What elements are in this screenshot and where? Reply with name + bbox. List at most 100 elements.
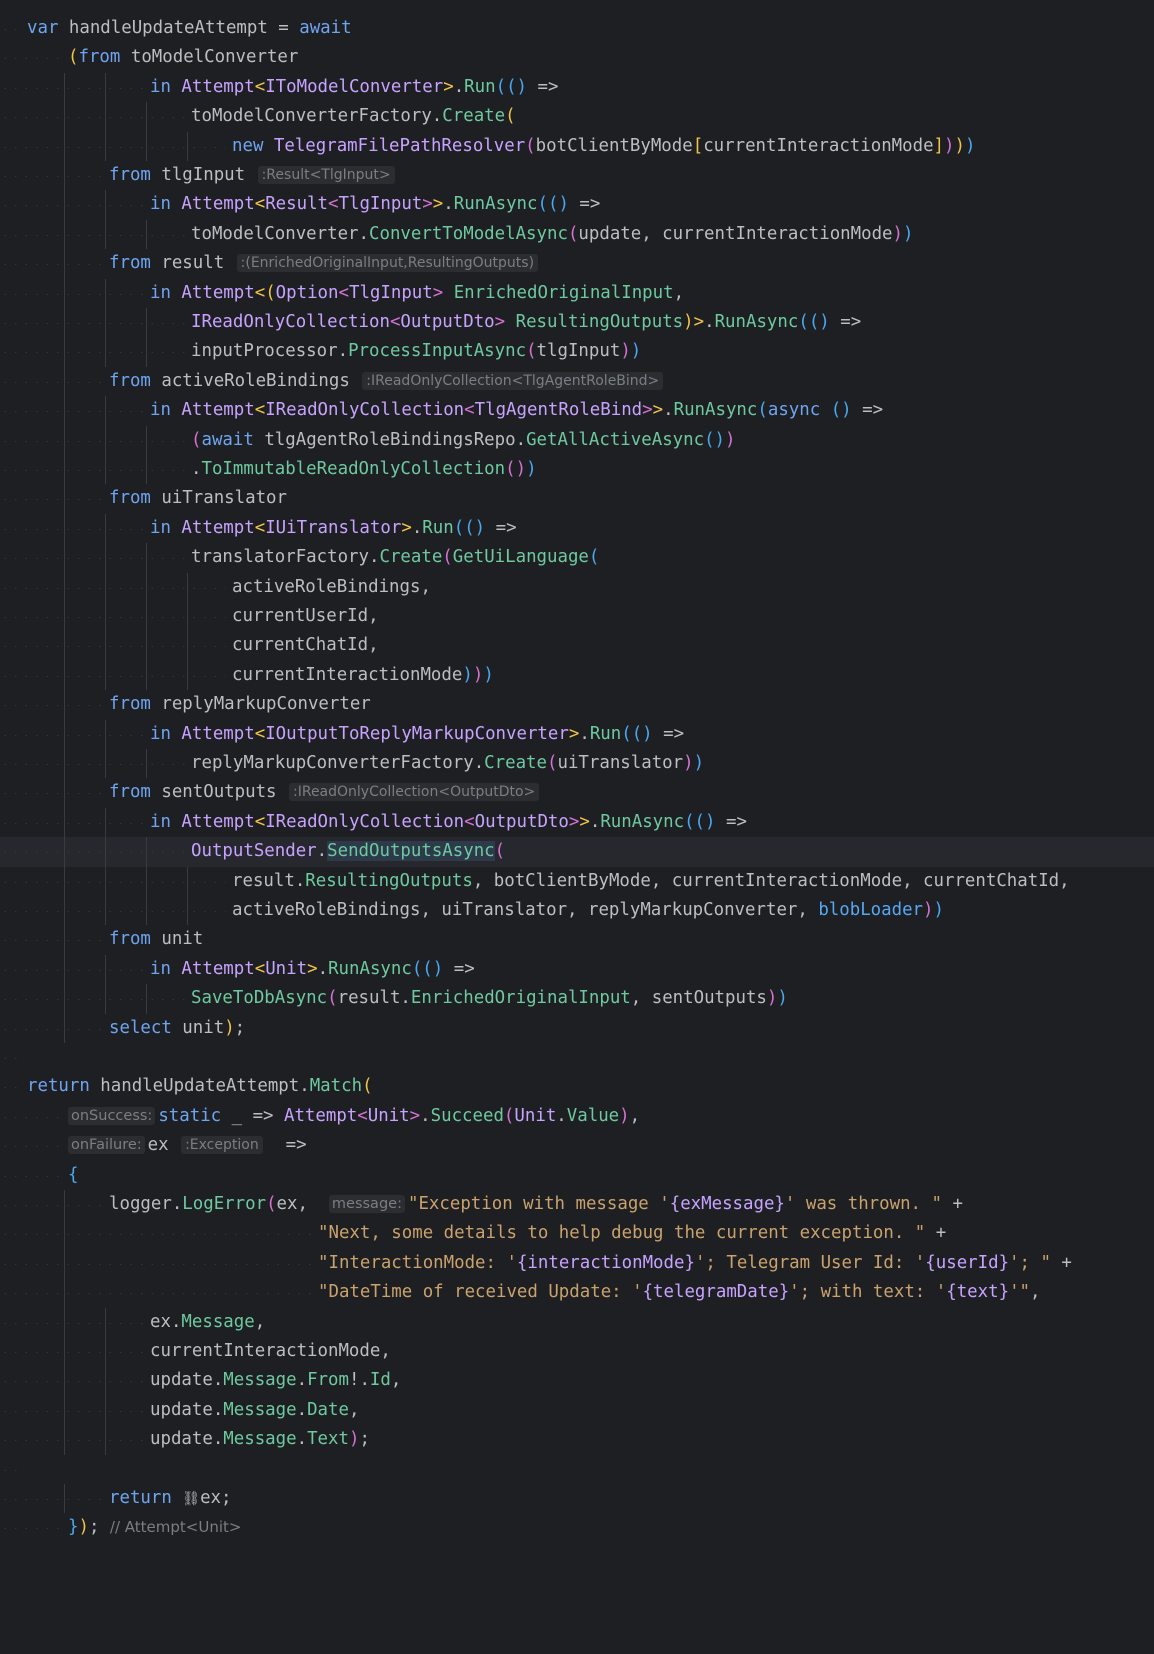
code-token: from	[109, 488, 162, 509]
code-token: '; with text: '	[789, 1282, 947, 1303]
code-token: <	[338, 282, 349, 303]
code-token: await	[201, 429, 265, 450]
code-line[interactable]	[0, 1043, 1154, 1072]
code-line[interactable]: .ToImmutableReadOnlyCollection())	[0, 455, 1154, 485]
code-line[interactable]: currentChatId,	[0, 631, 1154, 661]
code-text: in Attempt<IOutputToReplyMarkupConverter…	[150, 720, 684, 749]
code-line[interactable]: in Attempt<Result<TlgInput>>.RunAsync(()…	[0, 190, 1154, 220]
parameter-hint: onSuccess:	[68, 1106, 156, 1125]
code-line[interactable]: from activeRoleBindings :IReadOnlyCollec…	[0, 366, 1154, 397]
code-token: Value	[566, 1105, 620, 1126]
code-token: (	[327, 988, 338, 1009]
code-token: update.	[150, 1429, 224, 1450]
code-line[interactable]: return ⛓ex;	[0, 1484, 1154, 1514]
code-line[interactable]: result.ResultingOutputs, botClientByMode…	[0, 866, 1154, 896]
code-line[interactable]: SaveToDbAsync(result.EnrichedOriginalInp…	[0, 984, 1154, 1014]
code-line[interactable]: OutputSender.SendOutputsAsync(	[0, 837, 1154, 867]
code-line[interactable]: currentInteractionMode)))	[0, 660, 1154, 691]
code-line[interactable]: from tlgInput :Result<TlgInput>	[0, 161, 1154, 191]
code-line[interactable]: var handleUpdateAttempt = await	[0, 14, 1154, 43]
code-token: <	[254, 723, 266, 744]
code-line[interactable]: }); // Attempt<Unit>	[0, 1513, 1154, 1542]
code-token: .	[579, 723, 590, 744]
code-token: .	[704, 312, 715, 332]
code-editor[interactable]: var handleUpdateAttempt = await (from toM…	[0, 0, 1154, 1654]
code-token: .	[317, 958, 329, 979]
code-line[interactable]: "DateTime of received Update: '{telegram…	[0, 1278, 1154, 1308]
code-line[interactable]: from result :(EnrichedOriginalInput,Resu…	[0, 249, 1154, 279]
code-line[interactable]: in Attempt<IOutputToReplyMarkupConverter…	[0, 719, 1154, 749]
code-line[interactable]: select unit);	[0, 1013, 1154, 1043]
code-token: )	[933, 900, 944, 920]
code-line[interactable]: in Attempt<IReadOnlyCollection<TlgAgentR…	[0, 396, 1154, 426]
type-hint: :Exception	[181, 1136, 263, 1155]
code-token: '; Telegram User Id: '	[694, 1252, 926, 1273]
code-line[interactable]: IReadOnlyCollection<OutputDto> Resulting…	[0, 308, 1154, 338]
code-line[interactable]: in Attempt<IUiTranslator>.Run(() =>	[0, 513, 1154, 544]
code-token: ResultingOutputs	[305, 870, 473, 891]
code-line[interactable]: activeRoleBindings, uiTranslator, replyM…	[0, 896, 1154, 926]
code-line[interactable]: update.Message.From!.Id,	[0, 1366, 1154, 1396]
code-line[interactable]: (from toModelConverter	[0, 43, 1154, 72]
code-line[interactable]: from unit	[0, 925, 1154, 955]
code-line[interactable]: update.Message.Text);	[0, 1425, 1154, 1455]
parameter-hint: message:	[328, 1195, 405, 1213]
code-line[interactable]: translatorFactory.Create(GetUiLanguage(	[0, 543, 1154, 573]
code-text: select unit);	[109, 1014, 245, 1043]
code-line[interactable]: from replyMarkupConverter	[0, 690, 1154, 720]
code-token: RunAsync	[600, 811, 685, 832]
code-token: select	[109, 1017, 183, 1038]
code-token: .	[453, 76, 465, 97]
code-token: (()	[798, 312, 841, 332]
code-line[interactable]: logger.LogError(ex, message: "Exception w…	[0, 1190, 1154, 1220]
code-token: Unit	[367, 1105, 410, 1126]
code-token: (	[757, 400, 768, 421]
code-line[interactable]: in Attempt<Unit>.RunAsync(() =>	[0, 954, 1154, 985]
code-line[interactable]	[0, 1455, 1154, 1484]
code-token: var	[27, 18, 69, 38]
code-token: currentInteractionMode,	[150, 1341, 391, 1361]
code-token: SaveToDbAsync	[191, 988, 328, 1009]
code-token: )	[630, 341, 642, 362]
code-line[interactable]: "Next, some details to help debug the cu…	[0, 1219, 1154, 1249]
code-token: >	[579, 811, 590, 832]
code-line[interactable]: "InteractionMode: '{interactionMode}'; T…	[0, 1248, 1154, 1279]
code-line[interactable]: currentUserId,	[0, 602, 1154, 632]
code-line[interactable]: toModelConverter.ConvertToModelAsync(upd…	[0, 219, 1154, 250]
code-token: , sentOutputs	[630, 988, 767, 1009]
code-line[interactable]: in Attempt<IToModelConverter>.Run(() =>	[0, 72, 1154, 103]
code-line[interactable]: from uiTranslator	[0, 484, 1154, 514]
code-token: <	[254, 811, 266, 832]
code-line[interactable]: (await tlgAgentRoleBindingsRepo.GetAllAc…	[0, 425, 1154, 455]
code-line[interactable]: in Attempt<(Option<TlgInput> EnrichedOri…	[0, 278, 1154, 308]
code-token: from	[109, 253, 162, 274]
code-line[interactable]: replyMarkupConverterFactory.Create(uiTra…	[0, 749, 1154, 779]
code-token: (	[503, 1105, 515, 1126]
code-token: <	[357, 1105, 368, 1126]
code-token: from	[109, 929, 162, 950]
code-token: ,	[348, 1399, 360, 1420]
code-line[interactable]: return handleUpdateAttempt.Match(	[0, 1072, 1154, 1101]
code-line[interactable]: ex.Message,	[0, 1307, 1154, 1337]
code-token: OutputDto	[400, 312, 495, 332]
code-line[interactable]: onSuccess: static _ => Attempt<Unit>.Succ…	[0, 1102, 1154, 1131]
code-text: update.Message.Date,	[150, 1396, 359, 1425]
code-token: Run	[422, 517, 454, 538]
code-line[interactable]: in Attempt<IReadOnlyCollection<OutputDto…	[0, 807, 1154, 838]
code-token: update.	[150, 1399, 224, 1420]
code-line[interactable]: {	[0, 1161, 1154, 1190]
code-token: ()	[704, 429, 726, 450]
code-line[interactable]: update.Message.Date,	[0, 1395, 1154, 1426]
code-token: (	[266, 1194, 277, 1214]
code-token: replyMarkupConverter	[161, 694, 371, 715]
code-line[interactable]: from sentOutputs :IReadOnlyCollection<Ou…	[0, 778, 1154, 808]
code-line[interactable]: activeRoleBindings,	[0, 572, 1154, 602]
capture-icon: ⛓	[182, 1491, 201, 1507]
code-line[interactable]: currentInteractionMode,	[0, 1337, 1154, 1367]
code-line[interactable]: toModelConverterFactory.Create(	[0, 102, 1154, 132]
code-line[interactable]: new TelegramFilePathResolver(botClientBy…	[0, 131, 1154, 161]
code-token: currentUserId,	[232, 606, 379, 626]
code-line[interactable]: inputProcessor.ProcessInputAsync(tlgInpu…	[0, 337, 1154, 367]
code-line[interactable]: onFailure: ex :Exception =>	[0, 1131, 1154, 1160]
code-token: in	[150, 958, 182, 979]
